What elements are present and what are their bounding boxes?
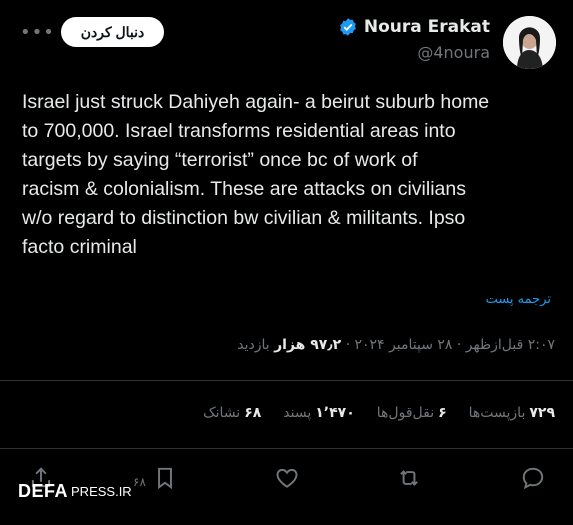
likes-stat[interactable]: ۱٬۴۷۰پسند: [283, 405, 354, 421]
bookmark-count: ۶۸: [133, 475, 146, 489]
tweet-header: Noura Erakat @4noura دنبال کردن •••: [0, 0, 573, 80]
quotes-count: ۶: [438, 405, 447, 421]
author-name[interactable]: Noura Erakat: [364, 17, 490, 37]
tweet-timestamp[interactable]: ۲:۰۷ قبل‌ازظهر · ۲۸ سپتامبر ۲۰۲۴ ·: [341, 337, 555, 353]
reposts-label: بازپست‌ها: [468, 405, 526, 421]
quotes-label: نقل‌قول‌ها: [376, 405, 435, 421]
watermark-press: PRESS.IR: [71, 483, 132, 499]
avatar[interactable]: [503, 16, 556, 69]
likes-label: پسند: [283, 405, 312, 421]
engagement-stats: ۷۲۹بازپست‌ها ۶نقل‌قول‌ها ۱٬۴۷۰پسند ۶۸نشا…: [203, 405, 555, 421]
views-label: بازدید: [237, 337, 275, 353]
reposts-stat[interactable]: ۷۲۹بازپست‌ها: [469, 405, 555, 421]
repost-icon[interactable]: [396, 465, 424, 493]
views-count: ۹۷٫۲ هزار: [274, 337, 342, 353]
tweet-meta: ۲:۰۷ قبل‌ازظهر · ۲۸ سپتامبر ۲۰۲۴ · ۹۷٫۲ …: [237, 337, 555, 353]
bookmark-icon[interactable]: [152, 465, 180, 493]
more-options-icon[interactable]: •••: [20, 22, 55, 43]
translate-post-link[interactable]: ترجمه پست: [486, 292, 551, 307]
author-handle[interactable]: @4noura: [338, 43, 490, 62]
avatar-image: [503, 16, 556, 69]
divider: [0, 448, 573, 449]
bookmarks-stat[interactable]: ۶۸نشانک: [203, 405, 261, 421]
likes-count: ۱٬۴۷۰: [315, 405, 355, 421]
bookmarks-count: ۶۸: [244, 405, 262, 421]
reposts-count: ۷۲۹: [529, 405, 555, 421]
author-block: Noura Erakat @4noura: [338, 17, 490, 62]
watermark-defa: DEFA: [18, 480, 69, 501]
tweet-text: Israel just struck Dahiyeh again- a beir…: [22, 91, 490, 258]
follow-button[interactable]: دنبال کردن: [61, 17, 164, 47]
bookmarks-label: نشانک: [203, 405, 241, 421]
defapress-watermark: DEFA PRESS.IR: [18, 480, 132, 502]
quotes-stat[interactable]: ۶نقل‌قول‌ها: [377, 405, 447, 421]
divider: [0, 380, 573, 381]
reply-icon[interactable]: [520, 465, 548, 493]
like-icon[interactable]: [274, 465, 302, 493]
verified-badge-icon: [338, 17, 358, 37]
